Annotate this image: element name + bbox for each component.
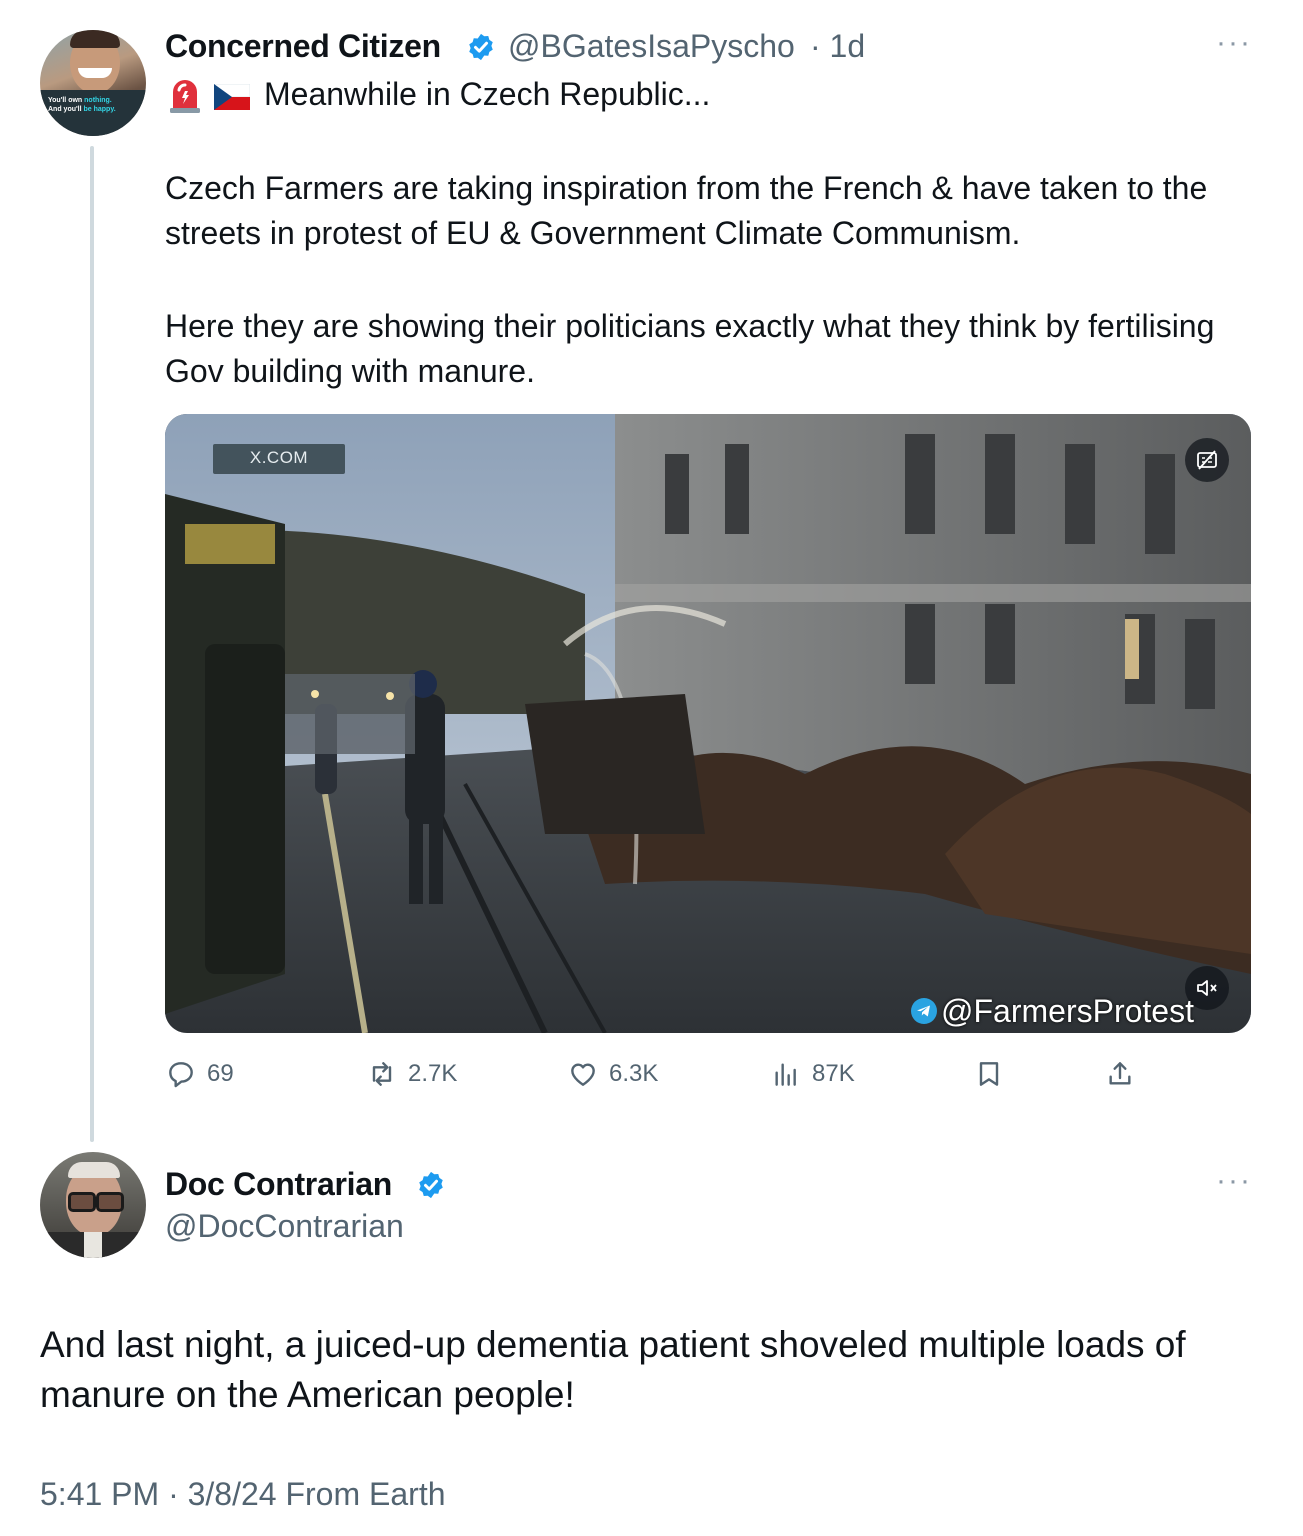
captions-off-icon — [1197, 450, 1217, 470]
reply-timestamp[interactable]: 5:41 PM · 3/8/24 From Earth — [40, 1476, 446, 1513]
like-count: 6.3K — [609, 1060, 659, 1087]
bookmark-button[interactable] — [973, 1056, 1015, 1092]
share-icon — [1109, 1062, 1131, 1085]
repost-button[interactable]: 2.7K — [366, 1056, 457, 1092]
avatar-hair — [70, 30, 120, 48]
video-watermark: X.COM — [249, 448, 309, 467]
reply-author-name[interactable]: Doc Contrarian — [165, 1166, 392, 1203]
tweet-text-paragraph-2: Here they are showing their politicians … — [165, 308, 1215, 389]
avatar-caption-highlight: be happy. — [83, 106, 116, 113]
tweet-text-paragraph-1: Czech Farmers are taking inspiration fro… — [165, 170, 1208, 251]
video-frame — [165, 414, 1251, 1033]
reply-author-avatar[interactable] — [40, 1152, 146, 1258]
avatar-caption-text: And you'll — [48, 106, 84, 113]
views-button[interactable]: 87K — [770, 1056, 855, 1092]
avatar-hair — [68, 1162, 120, 1178]
avatar-caption-text: You'll own — [48, 97, 85, 104]
reply-icon — [169, 1062, 193, 1088]
repost-count: 2.7K — [408, 1060, 458, 1087]
siren-icon — [170, 80, 200, 113]
more-icon[interactable]: ··· — [1216, 26, 1252, 60]
avatar-glasses-right — [96, 1192, 124, 1212]
author-name[interactable]: Concerned Citizen — [165, 28, 441, 65]
tweet-text-line1: Meanwhile in Czech Republic... — [264, 76, 711, 112]
czech-flag-icon — [214, 84, 250, 110]
thread-line — [90, 146, 94, 1142]
avatar-glasses-left — [68, 1192, 96, 1212]
bookmark-icon — [979, 1062, 999, 1086]
author-handle[interactable]: @BGatesIsaPyscho — [508, 28, 795, 65]
reply-text: And last night, a juiced-up dementia pat… — [40, 1324, 1186, 1415]
tweet-video[interactable]: X.COM @FarmersProtest — [165, 414, 1251, 1033]
reply-count: 69 — [207, 1060, 234, 1087]
like-button[interactable]: 6.3K — [567, 1056, 658, 1092]
avatar-smile — [78, 68, 112, 78]
share-button[interactable] — [1104, 1056, 1146, 1092]
telegram-icon — [911, 998, 937, 1024]
video-credit: @FarmersProtest — [941, 993, 1194, 1029]
mute-icon — [1197, 980, 1217, 996]
avatar-caption: You'll own nothing. And you'll be happy. — [48, 96, 116, 114]
avatar-caption-highlight: nothing. — [84, 97, 112, 104]
verified-badge-icon — [419, 1171, 443, 1199]
views-icon — [775, 1063, 796, 1086]
verified-badge-icon — [469, 33, 493, 61]
captions-off-button[interactable] — [1185, 438, 1229, 482]
author-avatar[interactable]: You'll own nothing. And you'll be happy. — [40, 30, 146, 136]
like-icon — [571, 1063, 595, 1086]
reply-author-handle[interactable]: @DocContrarian — [165, 1208, 404, 1245]
avatar-shirt — [84, 1232, 102, 1258]
tweet-time[interactable]: · 1d — [810, 28, 865, 65]
reply-button[interactable]: 69 — [165, 1056, 234, 1092]
more-icon[interactable]: ··· — [1216, 1164, 1252, 1198]
view-count: 87K — [812, 1060, 855, 1087]
repost-icon — [372, 1062, 392, 1086]
